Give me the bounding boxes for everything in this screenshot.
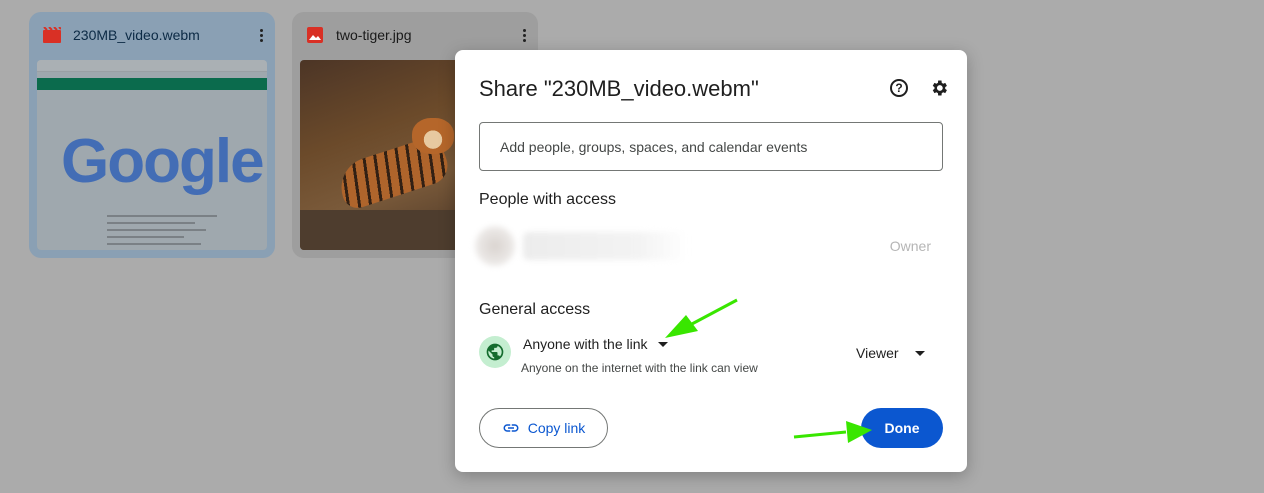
file-card-video[interactable]: 230MB_video.webm Google xyxy=(29,12,275,258)
general-access-heading: General access xyxy=(479,301,591,318)
owner-role-label: Owner xyxy=(889,238,931,254)
role-dropdown[interactable]: Viewer xyxy=(856,345,925,361)
image-file-icon xyxy=(307,27,323,43)
video-file-icon xyxy=(43,27,61,43)
done-button[interactable]: Done xyxy=(861,408,943,448)
copy-link-button[interactable]: Copy link xyxy=(479,408,608,448)
file-thumbnail: Google xyxy=(37,60,267,250)
more-options-icon[interactable] xyxy=(259,28,263,42)
avatar xyxy=(475,226,515,266)
general-access-dropdown[interactable]: Anyone with the link xyxy=(523,336,668,352)
copy-link-label: Copy link xyxy=(527,420,586,436)
google-logo: Google xyxy=(61,127,265,196)
gear-icon[interactable] xyxy=(929,78,949,98)
link-icon xyxy=(503,424,519,432)
dialog-title: Share "230MB_video.webm" xyxy=(479,76,759,101)
chevron-down-icon xyxy=(914,350,925,356)
people-with-access-heading: People with access xyxy=(479,191,616,208)
file-name: 230MB_video.webm xyxy=(73,27,200,43)
chevron-down-icon xyxy=(657,341,668,347)
help-icon[interactable]: ? xyxy=(890,79,908,97)
person-row-owner: Owner xyxy=(475,224,947,268)
access-level-label: Anyone with the link xyxy=(523,336,648,352)
add-people-input[interactable] xyxy=(479,122,943,171)
access-description: Anyone on the internet with the link can… xyxy=(521,361,758,375)
redacted-name xyxy=(523,232,688,260)
more-options-icon[interactable] xyxy=(522,28,526,42)
role-label: Viewer xyxy=(856,345,899,361)
share-dialog: Share "230MB_video.webm" ? People with a… xyxy=(455,50,967,472)
file-card-header: 230MB_video.webm xyxy=(29,12,275,58)
globe-icon xyxy=(479,336,511,368)
file-name: two-tiger.jpg xyxy=(336,27,412,43)
